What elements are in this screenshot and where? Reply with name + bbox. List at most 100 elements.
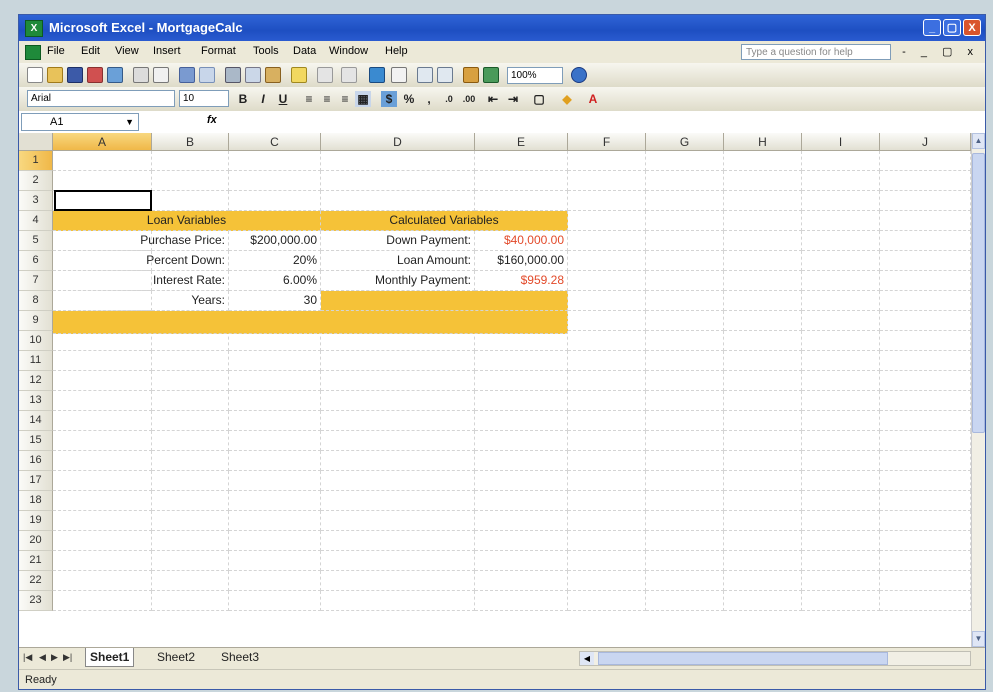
drawing-icon[interactable] [483, 67, 499, 83]
grid-cell[interactable] [53, 551, 152, 571]
grid-cell[interactable] [802, 271, 880, 291]
increase-indent-icon[interactable]: ⇥ [505, 91, 521, 107]
grid-cell[interactable] [229, 431, 321, 451]
interest-rate-value[interactable]: 6.00% [229, 271, 321, 291]
tab-sheet3[interactable]: Sheet3 [217, 648, 263, 666]
grid-cell[interactable] [229, 171, 321, 191]
column-header-f[interactable]: F [568, 133, 646, 151]
open-icon[interactable] [47, 67, 63, 83]
monthly-payment-label[interactable]: Monthly Payment: [321, 271, 475, 291]
down-payment-value[interactable]: $40,000.00 [475, 231, 568, 251]
ask-question-box[interactable]: Type a question for help [741, 44, 891, 60]
grid-cell[interactable] [880, 411, 971, 431]
copy-icon[interactable] [245, 67, 261, 83]
grid-cell[interactable] [646, 351, 724, 371]
grid-cell[interactable] [568, 451, 646, 471]
grid-cell[interactable] [802, 311, 880, 331]
grid-cell[interactable] [568, 431, 646, 451]
grid-cell[interactable] [568, 391, 646, 411]
grid-cell[interactable] [880, 571, 971, 591]
column-header-c[interactable]: C [229, 133, 321, 151]
grid-cell[interactable] [53, 351, 152, 371]
grid-cell[interactable] [53, 571, 152, 591]
workbook-window-controls[interactable]: - _ ▢ x [902, 45, 979, 58]
row-header-16[interactable]: 16 [19, 451, 53, 471]
grid-cell[interactable] [152, 591, 229, 611]
grid-cell[interactable] [53, 391, 152, 411]
menu-data[interactable]: Data [293, 45, 316, 57]
row-header-18[interactable]: 18 [19, 491, 53, 511]
grid-cell[interactable] [880, 171, 971, 191]
grid-cell[interactable] [475, 451, 568, 471]
format-painter-icon[interactable] [291, 67, 307, 83]
grid-cell[interactable] [321, 371, 475, 391]
grid-cell[interactable] [475, 511, 568, 531]
grid-cell[interactable] [802, 331, 880, 351]
grid-cell[interactable] [802, 471, 880, 491]
grid-cell[interactable] [802, 571, 880, 591]
grid-cell[interactable] [880, 371, 971, 391]
grid-cell[interactable] [568, 151, 646, 171]
grid-cell[interactable] [321, 571, 475, 591]
grid-cell[interactable] [568, 351, 646, 371]
grid-cell[interactable] [724, 271, 802, 291]
loan-variables-header[interactable]: Loan Variables [53, 211, 321, 231]
grid-cell[interactable] [724, 591, 802, 611]
grid-cell[interactable] [802, 391, 880, 411]
row-header-1[interactable]: 1 [19, 151, 53, 171]
row-header-23[interactable]: 23 [19, 591, 53, 611]
grid-cell[interactable] [724, 211, 802, 231]
grid-cell[interactable] [321, 391, 475, 411]
grid-cell[interactable] [802, 491, 880, 511]
align-center-icon[interactable]: ≡ [319, 91, 335, 107]
vertical-scroll-thumb[interactable] [972, 153, 985, 433]
percent-down-value[interactable]: 20% [229, 251, 321, 271]
grid-cell[interactable] [53, 491, 152, 511]
row-header-3[interactable]: 3 [19, 191, 53, 211]
monthly-payment-value[interactable]: $959.28 [475, 271, 568, 291]
grid-cell[interactable] [152, 371, 229, 391]
grid-cell[interactable] [802, 251, 880, 271]
grid-cell[interactable] [568, 311, 646, 331]
row-header-9[interactable]: 9 [19, 311, 53, 331]
grid-cell[interactable] [880, 331, 971, 351]
row-header-17[interactable]: 17 [19, 471, 53, 491]
grid-cell[interactable] [880, 211, 971, 231]
row-header-11[interactable]: 11 [19, 351, 53, 371]
grid-cell[interactable] [321, 591, 475, 611]
column-header-a[interactable]: A [53, 133, 152, 151]
percent-icon[interactable]: % [401, 91, 417, 107]
currency-icon[interactable]: $ [381, 91, 397, 107]
grid-cell[interactable] [646, 171, 724, 191]
grid-cell[interactable] [321, 491, 475, 511]
grid-cell[interactable] [568, 591, 646, 611]
grid-cell[interactable] [646, 151, 724, 171]
grid-cell[interactable] [229, 551, 321, 571]
grid-cell[interactable] [152, 531, 229, 551]
grid-cell[interactable] [229, 151, 321, 171]
grid-cell[interactable] [152, 171, 229, 191]
tab-sheet1[interactable]: Sheet1 [85, 648, 135, 667]
grid-cell[interactable] [802, 171, 880, 191]
redo-icon[interactable] [341, 67, 357, 83]
grid-cell[interactable] [53, 371, 152, 391]
row-header-6[interactable]: 6 [19, 251, 53, 271]
grid-cell[interactable] [53, 471, 152, 491]
tab-sheet2[interactable]: Sheet2 [153, 648, 199, 666]
print-preview-icon[interactable] [153, 67, 169, 83]
grid-cell[interactable] [152, 391, 229, 411]
bold-button[interactable]: B [235, 91, 251, 107]
grid-cell[interactable] [802, 371, 880, 391]
grid-cell[interactable] [646, 471, 724, 491]
menu-file[interactable]: File [47, 45, 65, 57]
grid-cell[interactable] [802, 591, 880, 611]
grid-cell[interactable] [475, 491, 568, 511]
grid-cell[interactable] [724, 171, 802, 191]
first-sheet-icon[interactable]: |◀ [23, 652, 32, 663]
grid-cell[interactable] [229, 491, 321, 511]
workbook-icon[interactable] [25, 45, 41, 60]
underline-button[interactable]: U [275, 91, 291, 107]
grid-cell[interactable] [152, 451, 229, 471]
font-name-select[interactable]: Arial [27, 90, 175, 107]
grid-cell[interactable] [646, 431, 724, 451]
